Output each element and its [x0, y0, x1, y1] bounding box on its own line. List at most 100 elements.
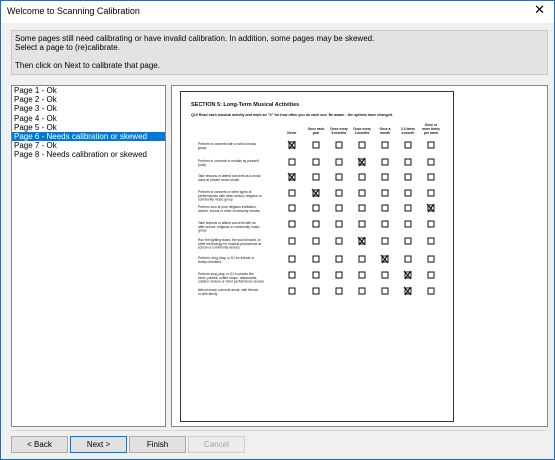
answer-checkbox: [427, 158, 435, 166]
answer-checkbox: [404, 255, 412, 263]
answer-checkbox: [335, 189, 343, 197]
answer-checkbox: [381, 158, 389, 166]
page-list-item[interactable]: Page 7 - Ok: [12, 141, 165, 150]
answer-checkbox: [312, 141, 320, 149]
answer-checkbox: [288, 189, 296, 197]
answer-checkbox: [358, 173, 366, 181]
answer-checkbox: [404, 237, 412, 245]
answer-checkbox: [335, 255, 343, 263]
back-button[interactable]: < Back: [11, 436, 68, 453]
answer-checkbox: [404, 141, 412, 149]
answer-checkbox: [288, 287, 296, 295]
title-bar: Welcome to Scanning Calibration ✕: [1, 1, 554, 23]
page-list-item[interactable]: Page 8 - Needs calibration or skewed: [12, 150, 165, 159]
answer-checkbox: [404, 204, 412, 212]
answer-checkbox: [312, 255, 320, 263]
svg-text:.: .: [184, 92, 185, 95]
answer-checkbox: [381, 204, 389, 212]
instruction-line-1: Some pages still need calibrating or hav…: [15, 34, 375, 43]
page-list-item[interactable]: Page 1 - Ok: [12, 86, 165, 95]
answer-checkbox: [427, 287, 435, 295]
answer-checkbox: [335, 158, 343, 166]
scanned-page-image: . SECTION 5: Long-Term Musical Activitie…: [184, 91, 440, 296]
window-title: Welcome to Scanning Calibration: [7, 6, 140, 16]
answer-checkbox: [381, 237, 389, 245]
answer-checkbox: [427, 255, 435, 263]
answer-checkbox: [312, 204, 320, 212]
answer-checkbox: [381, 220, 389, 228]
answer-checkbox: [335, 220, 343, 228]
section-title: SECTION 5: Long-Term Musical Activities: [191, 102, 299, 108]
question-row-label: Take lessons or attend concerts as a mus…: [198, 174, 261, 182]
answer-checkbox: [312, 287, 320, 295]
answer-checkbox: [288, 255, 296, 263]
cancel-button[interactable]: Cancel: [188, 436, 245, 453]
question-row-label: Take lessons or attend concerts with an a…: [198, 221, 260, 233]
column-header: 2-3 times a month: [401, 127, 415, 135]
answer-checkbox: [427, 173, 435, 181]
answer-checkbox: [381, 189, 389, 197]
answer-checkbox: [288, 237, 296, 245]
column-header: Once every 6 months: [330, 127, 348, 135]
answer-checkbox: [427, 189, 435, 197]
answer-checkbox: [427, 271, 435, 279]
answer-checkbox: [404, 189, 412, 197]
answer-checkbox: [288, 158, 296, 166]
answer-checkbox: [358, 220, 366, 228]
column-header: Once or more times per week: [422, 123, 440, 135]
question-row-label: Perform in concerts with a school music g…: [198, 142, 256, 150]
answer-checkbox: [335, 173, 343, 181]
next-button[interactable]: Next >: [70, 436, 127, 453]
answer-checkbox: [288, 220, 296, 228]
answer-checkbox: [358, 141, 366, 149]
calibration-dialog: Welcome to Scanning Calibration ✕ Some p…: [0, 0, 555, 460]
answer-checkbox: [404, 158, 412, 166]
question-row-label: Perform solo at your religious instituti…: [198, 205, 260, 213]
answer-checkbox: [358, 189, 366, 197]
instruction-line-3: Then click on Next to calibrate that pag…: [15, 61, 160, 70]
answer-checkbox: [427, 220, 435, 228]
answer-checkbox: [312, 220, 320, 228]
page-list-item[interactable]: Page 5 - Ok: [12, 123, 165, 132]
answer-checkbox: [358, 255, 366, 263]
answer-checkbox: [312, 271, 320, 279]
question-row-label: Perform in concerts or recitals by yours…: [198, 159, 259, 167]
answer-checkbox: [358, 271, 366, 279]
question-row-label: Perform sing, play, or DJ in places like…: [198, 272, 264, 284]
answer-checkbox: [404, 173, 412, 181]
answer-checkbox: [381, 141, 389, 149]
page-preview[interactable]: . SECTION 5: Long-Term Musical Activitie…: [171, 85, 548, 427]
answer-checkbox: [335, 287, 343, 295]
answer-checkbox: [312, 237, 320, 245]
answer-checkbox: [427, 237, 435, 245]
answer-checkbox: [381, 271, 389, 279]
page-list-item[interactable]: Page 2 - Ok: [12, 95, 165, 104]
instructions-panel: Some pages still need calibrating or hav…: [11, 30, 548, 75]
instruction-line-2: Select a page to (re)calibrate.: [15, 43, 120, 52]
question-row-label: Perform in concerts or other types of per…: [198, 190, 263, 202]
answer-checkbox: [335, 237, 343, 245]
finish-button[interactable]: Finish: [129, 436, 186, 453]
page-list-item[interactable]: Page 6 - Needs calibration or skewed: [12, 131, 165, 142]
answer-checkbox: [404, 220, 412, 228]
scanned-page: . SECTION 5: Long-Term Musical Activitie…: [180, 91, 454, 422]
close-icon[interactable]: ✕: [534, 4, 545, 18]
answer-checkbox: [427, 141, 435, 149]
button-divider: [11, 430, 546, 431]
question-row-label: Attend music concerts alone, with friend…: [198, 288, 259, 296]
question-row-label: Run the lighting board, the sound board,…: [198, 238, 262, 250]
answer-checkbox: [335, 204, 343, 212]
answer-checkbox: [288, 204, 296, 212]
answer-checkbox: [381, 173, 389, 181]
column-header: Once every 3 months: [353, 127, 371, 135]
answer-checkbox: [358, 287, 366, 295]
answer-checkbox: [312, 158, 320, 166]
column-header: Once each year: [308, 127, 325, 135]
answer-checkbox: [335, 271, 343, 279]
page-list[interactable]: Page 1 - Ok Page 2 - Ok Page 3 - Ok Page 4 …: [11, 85, 166, 427]
answer-checkbox: [381, 287, 389, 295]
answer-checkbox: [312, 173, 320, 181]
page-list-item[interactable]: Page 4 - Ok: [12, 114, 165, 123]
page-list-item[interactable]: Page 3 - Ok: [12, 104, 165, 113]
column-header: Once a month: [380, 127, 391, 135]
